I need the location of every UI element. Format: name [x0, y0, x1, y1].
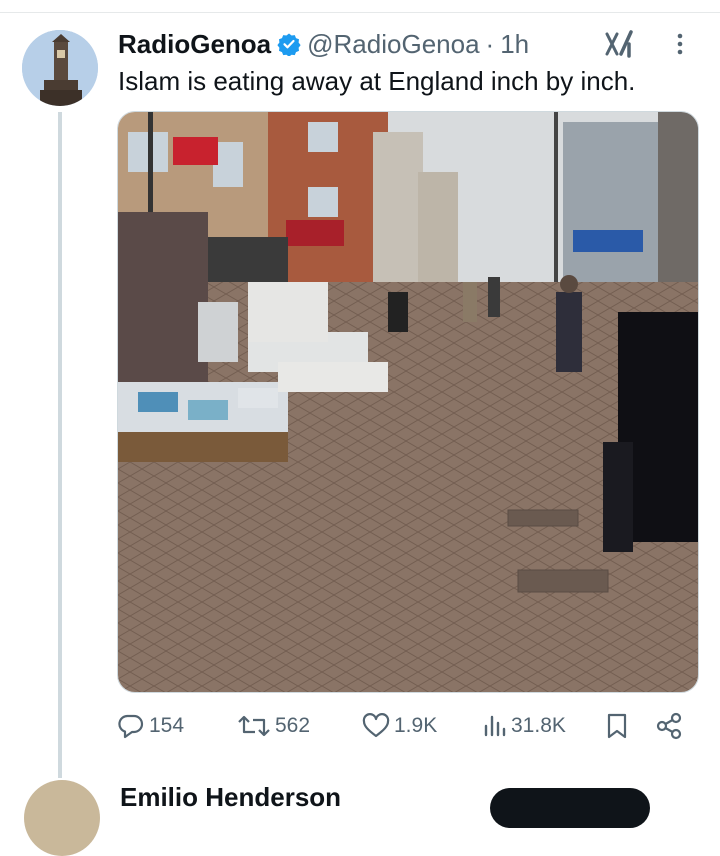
next-author-avatar[interactable] — [24, 780, 100, 856]
share-button[interactable] — [655, 706, 683, 746]
tweet-time[interactable]: 1h — [500, 29, 529, 60]
video-frame — [118, 112, 698, 692]
reply-button[interactable]: 154 — [117, 706, 184, 746]
like-count: 1.9K — [394, 714, 438, 737]
verified-badge-icon — [277, 32, 301, 57]
repost-button[interactable]: 562 — [237, 706, 310, 746]
tweet-video[interactable] — [117, 111, 699, 693]
views-icon — [483, 713, 507, 739]
like-icon — [362, 713, 390, 739]
author-handle[interactable]: @RadioGenoa — [307, 29, 479, 60]
repost-icon — [237, 713, 271, 739]
author-avatar[interactable] — [22, 30, 98, 106]
tweet-action-bar: 154 562 1.9K 31.8K — [117, 706, 697, 746]
tweet-text: Islam is eating away at England inch by … — [118, 66, 636, 96]
views-button[interactable]: 31.8K — [483, 706, 566, 746]
bookmark-icon — [605, 712, 629, 740]
tweet-header: RadioGenoa @RadioGenoa · 1h — [118, 26, 529, 62]
views-count: 31.8K — [511, 714, 566, 737]
more-icon[interactable] — [668, 30, 692, 58]
thread-line — [58, 112, 62, 778]
like-button[interactable]: 1.9K — [362, 706, 437, 746]
reply-icon — [117, 713, 145, 739]
share-icon — [655, 712, 683, 740]
author-name[interactable]: RadioGenoa — [118, 29, 271, 60]
next-tweet-button[interactable] — [490, 788, 650, 828]
grok-icon[interactable] — [603, 28, 635, 60]
reply-count: 154 — [149, 714, 185, 737]
bookmark-button[interactable] — [605, 706, 629, 746]
top-divider — [0, 12, 720, 13]
header-separator: · — [485, 28, 495, 59]
repost-count: 562 — [275, 714, 311, 737]
